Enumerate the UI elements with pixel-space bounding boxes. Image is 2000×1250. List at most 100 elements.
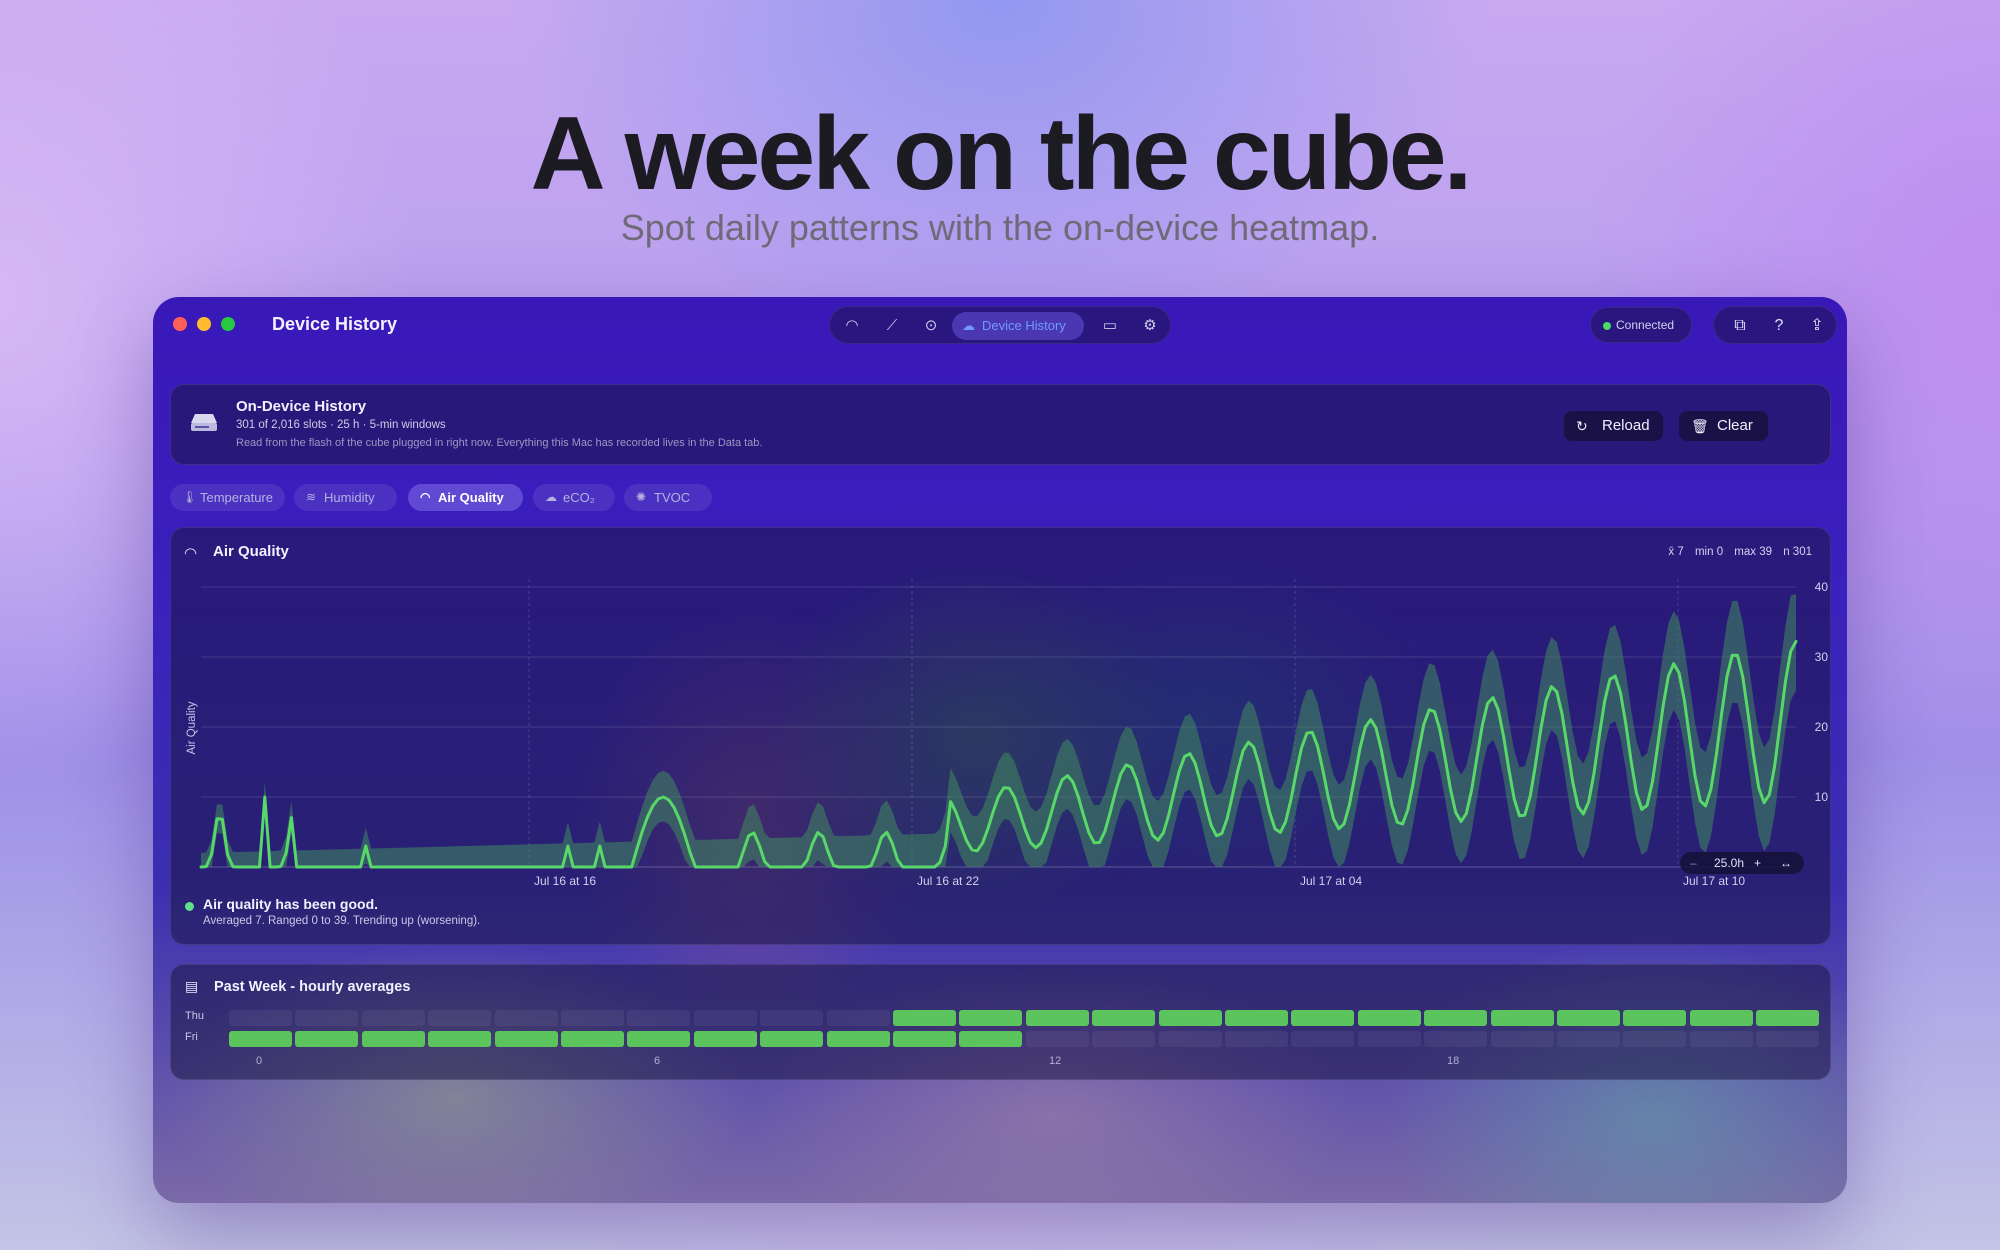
heatmap-cell[interactable]: [893, 1031, 956, 1047]
tab-tvoc[interactable]: ✺ TVOC: [624, 484, 712, 511]
gear-icon[interactable]: ⚙: [1138, 314, 1162, 338]
heatmap-cell[interactable]: [428, 1031, 491, 1047]
heatmap-cell[interactable]: [295, 1010, 358, 1026]
heatmap-cell[interactable]: [1557, 1010, 1620, 1026]
tab-eco2[interactable]: ☁ eCO₂: [533, 484, 615, 511]
heatmap-cell[interactable]: [1225, 1010, 1288, 1026]
clear-label: Clear: [1717, 417, 1753, 434]
air-quality-chart[interactable]: 10 20 30 40 Jul 16 at 16 Jul 16 at 22 Jul 17 a…: [171, 528, 1832, 946]
y-axis-label: Air Quality: [186, 701, 198, 754]
past-week-card: ▤ Past Week - hourly averages Thu Fri 0 …: [170, 964, 1831, 1080]
heatmap-cell[interactable]: [362, 1010, 425, 1026]
heatmap-cell[interactable]: [362, 1031, 425, 1047]
heatmap-cell[interactable]: [1424, 1031, 1487, 1047]
heatmap-cell[interactable]: [1557, 1031, 1620, 1047]
reload-label: Reload: [1602, 417, 1650, 434]
heatmap-cell[interactable]: [760, 1010, 823, 1026]
heatmap-cell[interactable]: [428, 1010, 491, 1026]
tab-temperature[interactable]: 🌡 Temperature: [170, 484, 285, 511]
heatmap-cell[interactable]: [295, 1031, 358, 1047]
heatmap-cell[interactable]: [827, 1031, 890, 1047]
windows-icon[interactable]: ⧉: [1728, 314, 1752, 338]
tab-eco2-label: eCO₂: [563, 490, 595, 505]
share-icon[interactable]: ⇪: [1805, 314, 1829, 338]
status-dot: [1603, 322, 1611, 330]
tab-air-quality[interactable]: ◠ Air Quality: [408, 484, 523, 511]
hour-label-18: 18: [1447, 1055, 1459, 1067]
window-title: Device History: [272, 314, 397, 335]
heatmap-cell[interactable]: [893, 1010, 956, 1026]
chart-icon[interactable]: ⟋: [880, 314, 904, 338]
heatmap-cell[interactable]: [1291, 1010, 1354, 1026]
heatmap-cell[interactable]: [694, 1031, 757, 1047]
card-icon[interactable]: ▭: [1098, 314, 1122, 338]
heatmap-cell[interactable]: [1623, 1031, 1686, 1047]
row-label-fri: Fri: [185, 1031, 198, 1043]
summary-title: Air quality has been good.: [203, 896, 378, 912]
heatmap-cell[interactable]: [627, 1010, 690, 1026]
heatmap-cell[interactable]: [1026, 1010, 1089, 1026]
x-tick-label: Jul 16 at 22: [917, 874, 979, 888]
y-tick-label: 10: [1815, 790, 1829, 804]
hour-label-6: 6: [654, 1055, 660, 1067]
heatmap-cell[interactable]: [1358, 1010, 1421, 1026]
sparkle-icon: ✺: [636, 484, 646, 511]
heatmap-cell[interactable]: [229, 1031, 292, 1047]
heatmap-cell[interactable]: [1159, 1031, 1222, 1047]
zoom-in-button[interactable]: +: [1754, 852, 1761, 874]
heatmap-cell[interactable]: [1623, 1010, 1686, 1026]
on-device-history-card: On-Device History 301 of 2,016 slots · 2…: [170, 384, 1831, 465]
close-window-button[interactable]: [173, 317, 187, 331]
clear-button[interactable]: 🗑 Clear: [1679, 411, 1768, 441]
heatmap-cell[interactable]: [561, 1010, 624, 1026]
heatmap-cell[interactable]: [1159, 1010, 1222, 1026]
heatmap-cell[interactable]: [1491, 1031, 1554, 1047]
tab-tvoc-label: TVOC: [654, 490, 690, 505]
hour-label-12: 12: [1049, 1055, 1061, 1067]
heatmap-cell[interactable]: [1690, 1031, 1753, 1047]
heatmap-cell[interactable]: [1358, 1031, 1421, 1047]
heatmap-cell[interactable]: [1424, 1010, 1487, 1026]
heatmap-cell[interactable]: [1092, 1031, 1155, 1047]
heatmap-cell[interactable]: [1291, 1031, 1354, 1047]
tab-temperature-label: Temperature: [200, 490, 273, 505]
humidity-icon: ≋: [306, 484, 316, 511]
heatmap-cell[interactable]: [495, 1031, 558, 1047]
zoom-out-button[interactable]: –: [1690, 852, 1697, 874]
hero-title: A week on the cube.: [0, 95, 2000, 214]
reload-button[interactable]: ↻ Reload: [1564, 411, 1663, 441]
heatmap-cell[interactable]: [959, 1031, 1022, 1047]
heatmap-cell[interactable]: [1225, 1031, 1288, 1047]
heatmap-cell[interactable]: [495, 1010, 558, 1026]
range-band: [201, 594, 1796, 867]
minimize-window-button[interactable]: [197, 317, 211, 331]
gauge-icon[interactable]: ◠: [840, 314, 864, 338]
heatmap-cell[interactable]: [959, 1010, 1022, 1026]
heatmap-cell[interactable]: [760, 1031, 823, 1047]
hero-subtitle: Spot daily patterns with the on-device h…: [0, 207, 2000, 249]
heatmap-cell[interactable]: [1026, 1031, 1089, 1047]
history-note: Read from the flash of the cube plugged …: [236, 437, 762, 449]
tab-device-history[interactable]: ☁ Device History: [952, 312, 1084, 340]
heatmap-cell[interactable]: [827, 1010, 890, 1026]
heatmap-cell[interactable]: [1690, 1010, 1753, 1026]
heatmap-cell[interactable]: [1756, 1010, 1819, 1026]
help-icon[interactable]: ?: [1767, 314, 1791, 338]
heatmap-cell[interactable]: [1756, 1031, 1819, 1047]
calendar-icon: ▤: [185, 978, 198, 995]
heatmap-cell[interactable]: [627, 1031, 690, 1047]
heatmap-cell[interactable]: [561, 1031, 624, 1047]
heatmap-cell[interactable]: [1092, 1010, 1155, 1026]
tab-humidity[interactable]: ≋ Humidity: [294, 484, 397, 511]
fit-width-icon[interactable]: ↔: [1780, 852, 1792, 874]
zoom-window-button[interactable]: [221, 317, 235, 331]
gauge-icon: ◠: [420, 484, 430, 511]
heatmap-cell[interactable]: [229, 1010, 292, 1026]
status-dot: [185, 902, 194, 911]
heatmap-cell[interactable]: [1491, 1010, 1554, 1026]
app-window: Device History ◠ ⟋ ⊙ ☁ Device History ▭ …: [153, 297, 1847, 1203]
zoom-control: – 25.0h + ↔: [1680, 852, 1804, 874]
target-icon[interactable]: ⊙: [919, 314, 943, 338]
heatmap-cell[interactable]: [694, 1010, 757, 1026]
history-title: On-Device History: [236, 398, 366, 415]
